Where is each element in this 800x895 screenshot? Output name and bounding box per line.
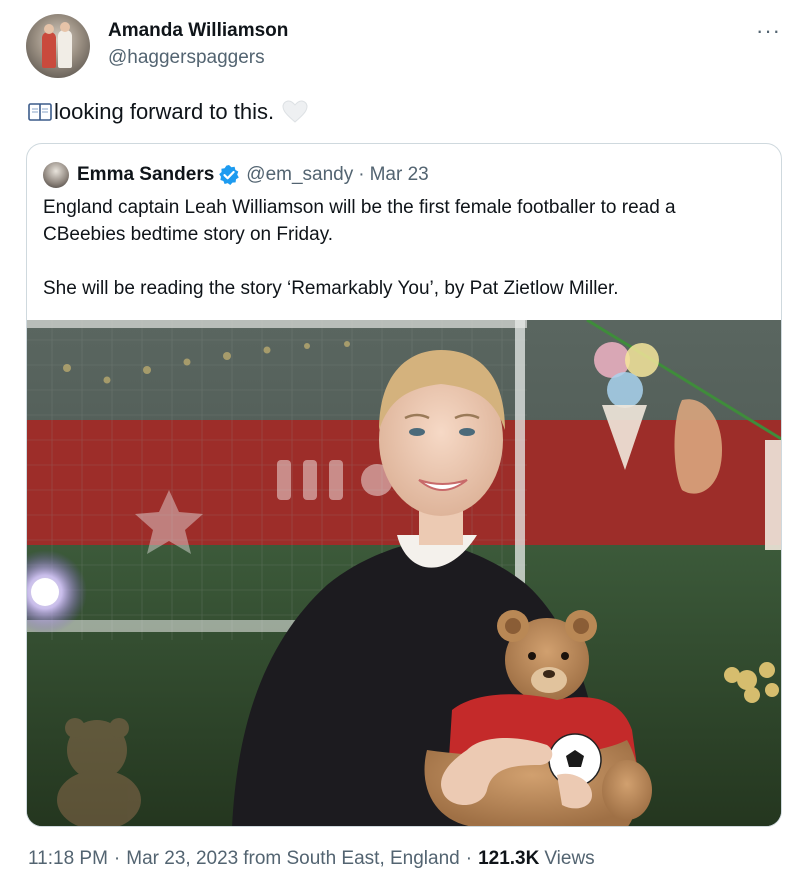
author-name[interactable]: Amanda Williamson — [108, 20, 288, 42]
quoted-paragraph: England captain Leah Williamson will be … — [43, 197, 676, 245]
tweet-text-content: looking forward to this. — [54, 99, 275, 124]
header-separator: · — [358, 164, 365, 185]
views-count[interactable]: 121.3K — [478, 848, 539, 870]
quoted-author-name[interactable]: Emma Sanders — [77, 164, 214, 186]
quoted-author-avatar[interactable] — [43, 162, 69, 188]
quoted-tweet-date[interactable]: Mar 23 — [370, 164, 429, 186]
photo-illustration — [27, 320, 781, 826]
tweet-text: looking forward to this. — [28, 99, 308, 125]
tweet-footer: 11:18 PM · Mar 23, 2023 from South East,… — [28, 848, 595, 870]
verified-badge-icon — [219, 165, 240, 185]
tweet: Amanda Williamson @haggerspaggers ··· lo… — [0, 0, 800, 895]
quoted-tweet-header: Emma Sanders @em_sandy · Mar 23 — [43, 162, 429, 188]
quoted-tweet-image[interactable] — [27, 320, 781, 826]
author-avatar[interactable] — [26, 14, 90, 78]
quoted-tweet[interactable]: Emma Sanders @em_sandy · Mar 23 England … — [26, 143, 782, 827]
tweet-date[interactable]: Mar 23, 2023 — [126, 848, 238, 870]
tweet-time[interactable]: 11:18 PM — [28, 848, 108, 870]
views-label: Views — [544, 848, 595, 869]
open-book-icon — [28, 103, 52, 121]
author-handle[interactable]: @haggerspaggers — [108, 47, 265, 69]
white-heart-icon — [282, 100, 308, 123]
tweet-location: from South East, England — [243, 848, 460, 869]
quoted-paragraph: She will be reading the story ‘Remarkabl… — [43, 278, 619, 299]
quoted-tweet-text: England captain Leah Williamson will be … — [43, 194, 763, 302]
quoted-author-handle[interactable]: @em_sandy — [246, 164, 353, 186]
footer-separator: · — [465, 848, 473, 869]
footer-separator: · — [113, 848, 121, 869]
more-options-icon[interactable]: ··· — [756, 18, 781, 44]
